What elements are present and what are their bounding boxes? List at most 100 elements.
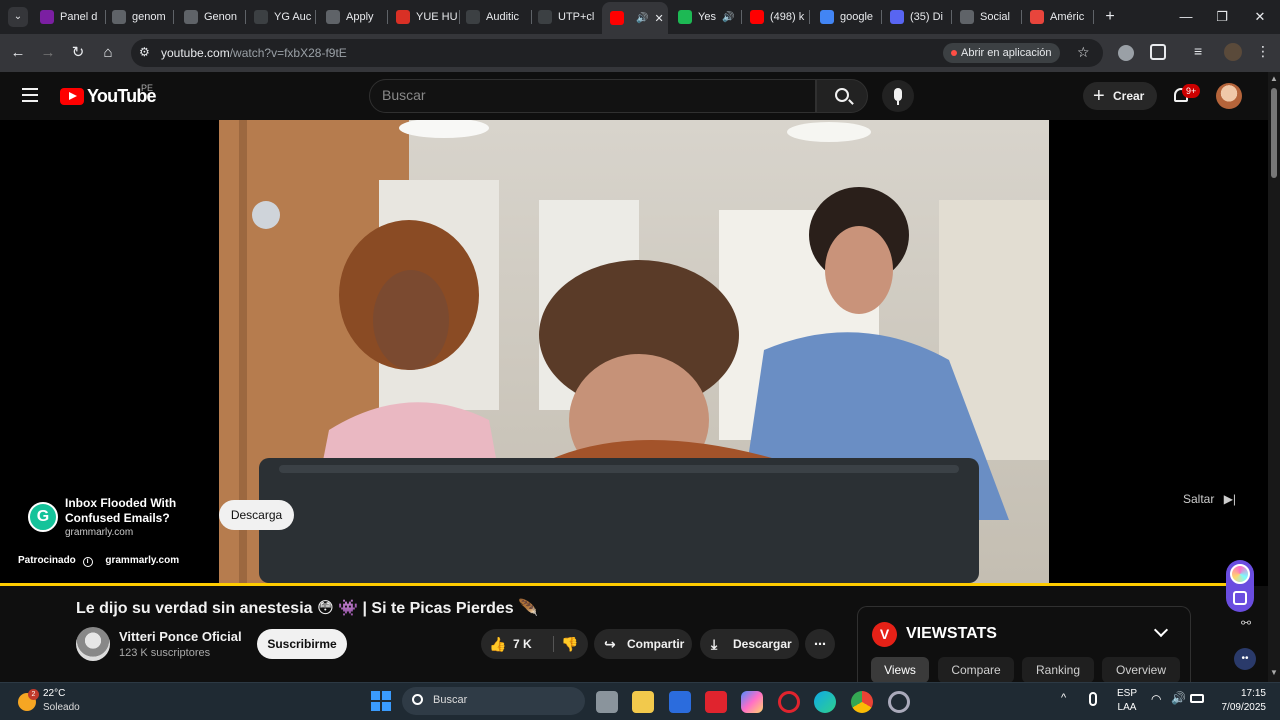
browser-tab[interactable]: genom	[104, 4, 174, 30]
weather-widget[interactable]: 2 22°C Soleado	[18, 687, 118, 717]
like-count: 7 K	[513, 637, 532, 651]
page-scrollbar[interactable]: ▲ ▼	[1268, 72, 1280, 682]
browser-tab[interactable]: (498) k	[742, 4, 810, 30]
battery-icon[interactable]	[1190, 694, 1204, 703]
search-input[interactable]	[382, 87, 802, 103]
info-icon[interactable]: i	[82, 557, 93, 567]
open-in-app-button[interactable]: Abrir en aplicación	[943, 43, 1060, 63]
wifi-icon[interactable]: ◠	[1151, 692, 1161, 706]
app-blue-icon[interactable]	[669, 691, 691, 713]
close-window-button[interactable]: ✕	[1246, 6, 1274, 28]
tab-favicon-icon	[890, 10, 904, 24]
site-info-icon[interactable]: ⚙	[139, 45, 150, 59]
browser-tab[interactable]: 🔊 ✕	[602, 2, 668, 34]
media-controls-icon[interactable]: ≡	[1194, 43, 1202, 59]
create-button[interactable]: + Crear	[1083, 82, 1157, 110]
reload-icon[interactable]: ↻	[66, 41, 90, 65]
home-icon[interactable]: ⌂	[96, 41, 120, 65]
share-button[interactable]: ↪ Compartir	[594, 629, 692, 659]
sponsor-domain[interactable]: grammarly.com	[105, 555, 179, 566]
browser-tab[interactable]: Genon	[176, 4, 246, 30]
browser-tab[interactable]: Apply	[318, 4, 388, 30]
viewstats-tab-compare[interactable]: Compare	[938, 657, 1014, 683]
browser-tab[interactable]: google	[812, 4, 882, 30]
browser-tab[interactable]: Panel d	[32, 4, 106, 30]
thumbs-down-icon[interactable]: 👎	[561, 629, 578, 659]
ad-info-card[interactable]: G Inbox Flooded With Confused Emails? gr…	[28, 496, 218, 544]
extension-bot-icon[interactable]: ••	[1234, 648, 1256, 670]
browser-tab[interactable]: UTP+cl	[530, 4, 602, 30]
restore-button[interactable]: ❐	[1208, 6, 1236, 28]
close-tab-icon[interactable]: ✕	[654, 12, 663, 25]
channel-name[interactable]: Vitteri Ponce Oficial	[119, 629, 242, 644]
audio-playing-icon[interactable]: 🔊	[636, 13, 648, 24]
store-icon[interactable]	[632, 691, 654, 713]
browser-menu-icon[interactable]: ⋮	[1256, 43, 1270, 60]
account-avatar[interactable]	[1216, 83, 1242, 109]
browser-tab[interactable]: (35) Di	[882, 4, 952, 30]
settings-gear-icon[interactable]	[888, 691, 910, 713]
edge-icon[interactable]	[814, 691, 836, 713]
address-bar[interactable]: ⚙ youtube.com/watch?v=fxbX28-f9tE Abrir …	[131, 39, 1103, 67]
viewstats-tab-ranking[interactable]: Ranking	[1022, 657, 1094, 683]
extension-orb-icon[interactable]	[1230, 564, 1250, 584]
back-icon[interactable]: ←	[6, 41, 30, 65]
clock[interactable]: 17:15 7/09/2025	[1214, 687, 1267, 715]
more-actions-button[interactable]: ⋯	[805, 629, 835, 659]
viewstats-tab-overview[interactable]: Overview	[1102, 657, 1180, 683]
browser-tab[interactable]: Social	[952, 4, 1022, 30]
channel-avatar[interactable]	[76, 627, 110, 661]
browser-tab[interactable]: Auditic	[458, 4, 532, 30]
hamburger-menu-icon[interactable]	[22, 88, 38, 102]
ad-progress-bar[interactable]	[0, 583, 1254, 586]
windows-start-icon[interactable]	[371, 691, 391, 711]
wps-office-icon[interactable]	[705, 691, 727, 713]
skip-ad-button[interactable]: Saltar ▶|	[1183, 492, 1236, 508]
profile-avatar[interactable]	[1224, 43, 1242, 61]
volume-icon[interactable]: 🔊	[1171, 691, 1186, 705]
subscribe-button[interactable]: Suscribirme	[257, 629, 347, 659]
viewstats-tab-views[interactable]: Views	[871, 657, 929, 683]
microphone-tray-icon[interactable]	[1089, 692, 1097, 706]
scroll-up-arrow-icon[interactable]: ▲	[1270, 74, 1278, 83]
extension-icon[interactable]	[1118, 45, 1134, 61]
tab-label: Panel d	[60, 11, 98, 23]
task-view-icon[interactable]	[596, 691, 618, 713]
video-player[interactable]: G Inbox Flooded With Confused Emails? gr…	[0, 120, 1268, 586]
language-indicator[interactable]: ESP LAA	[1117, 687, 1137, 715]
download-button[interactable]: ⤓ Descargar	[700, 629, 799, 659]
browser-tab[interactable]: YG Auc	[246, 4, 316, 30]
taskbar-search[interactable]: Buscar	[402, 687, 585, 715]
tab-search-button[interactable]: ⌄	[8, 7, 28, 27]
ad-download-button[interactable]: Descarga	[219, 500, 294, 530]
audio-playing-icon[interactable]: 🔊	[722, 12, 734, 23]
video-frame[interactable]	[219, 120, 1049, 583]
extension-link-icon[interactable]: ⚯	[1241, 616, 1251, 630]
browser-tab[interactable]: YUE HU	[388, 4, 460, 30]
copilot-icon[interactable]	[741, 691, 763, 713]
extensions-puzzle-icon[interactable]	[1150, 44, 1166, 60]
opera-icon[interactable]	[778, 691, 800, 713]
chevron-down-icon[interactable]	[1153, 622, 1169, 638]
scrollbar-thumb[interactable]	[1271, 88, 1277, 178]
browser-tab[interactable]: Améric	[1022, 4, 1094, 30]
notifications-button[interactable]: 9+	[1170, 84, 1201, 108]
forward-icon[interactable]: →	[36, 41, 60, 65]
scroll-down-arrow-icon[interactable]: ▼	[1270, 668, 1278, 677]
language-code: ESP	[1117, 688, 1138, 699]
minimize-button[interactable]: —	[1172, 6, 1200, 28]
extension-chart-icon[interactable]	[1233, 591, 1247, 605]
tab-separator	[809, 10, 810, 24]
voice-search-button[interactable]	[882, 80, 914, 112]
search-button[interactable]	[816, 79, 868, 113]
ad-headline-1: Inbox Flooded With	[65, 496, 177, 510]
clock-time: 17:15	[1240, 688, 1266, 699]
chrome-icon[interactable]	[851, 691, 873, 713]
bookmark-star-icon[interactable]: ☆	[1077, 44, 1090, 61]
new-tab-button[interactable]: +	[1100, 7, 1120, 27]
browser-tab[interactable]: Yes 🔊	[670, 4, 742, 30]
like-button[interactable]: 👍 7 K	[481, 629, 551, 659]
url-text[interactable]: youtube.com/watch?v=fxbX28-f9tE	[161, 46, 347, 60]
tray-overflow-icon[interactable]: ^	[1061, 692, 1066, 704]
url-host: youtube.com	[161, 46, 230, 60]
